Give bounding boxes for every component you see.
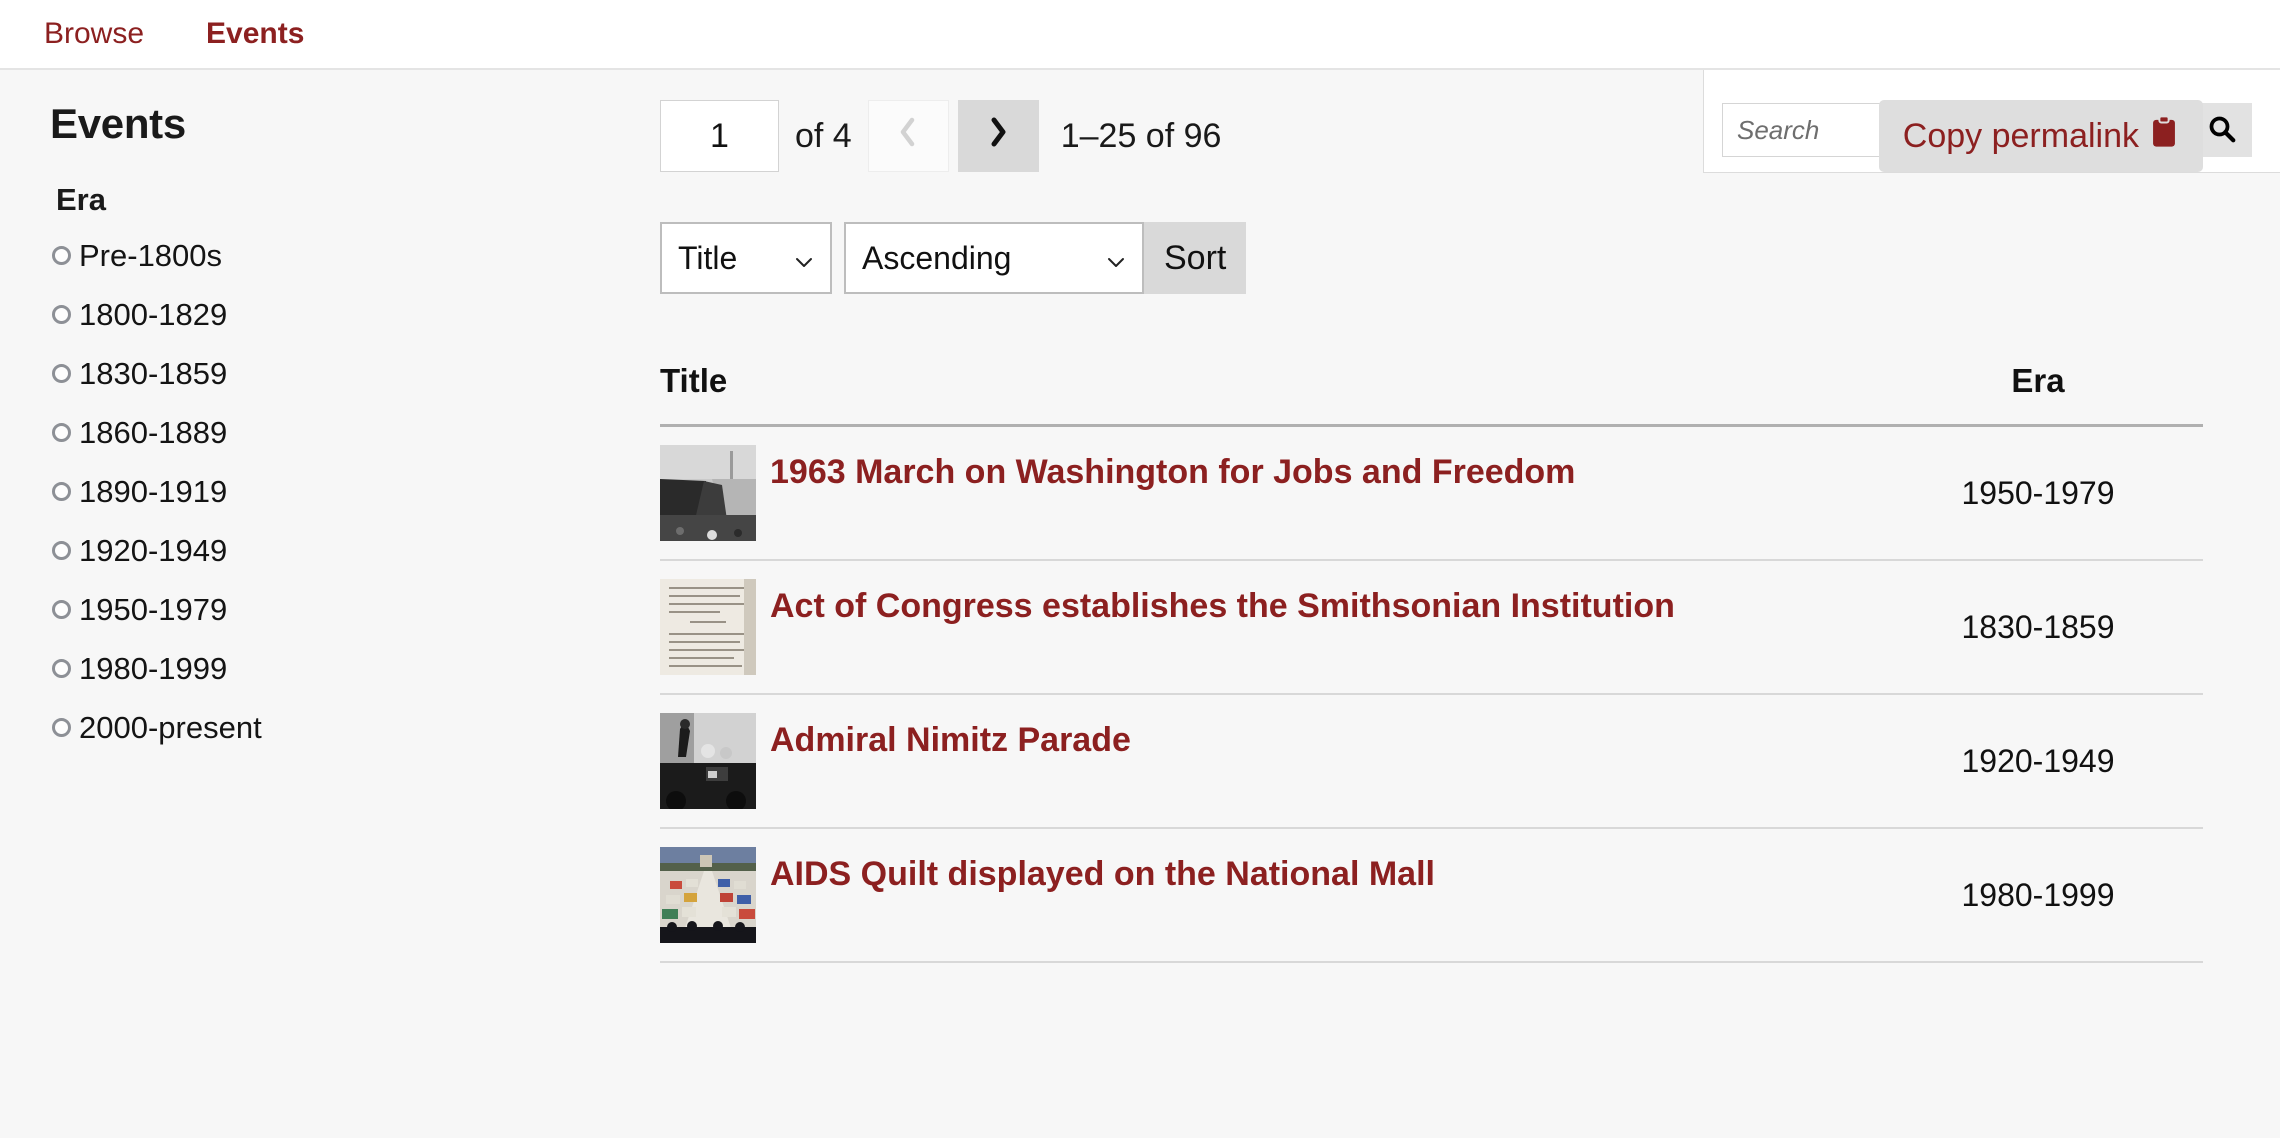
- sort-field-select[interactable]: Title: [660, 222, 832, 294]
- sort-direction-value: Ascending: [862, 239, 1012, 276]
- column-header-title: Title: [660, 362, 1873, 427]
- facet-option-1890-1919[interactable]: 1890-1919: [48, 462, 660, 521]
- era-cell: 1950-1979: [1873, 425, 2203, 561]
- era-cell: 1920-1949: [1873, 694, 2203, 829]
- radio-icon[interactable]: [52, 423, 71, 442]
- sort-submit-button[interactable]: Sort: [1144, 222, 1247, 294]
- page-title: Events: [50, 100, 186, 147]
- era-cell: 1980-1999: [1873, 828, 2203, 963]
- copy-permalink-button[interactable]: Copy permalink: [1878, 100, 2203, 172]
- facet-option-label[interactable]: Pre-1800s: [79, 240, 222, 271]
- previous-page-button[interactable]: [867, 100, 949, 172]
- chevron-down-icon: [1106, 240, 1126, 277]
- table-row: AIDS Quilt displayed on the National Mal…: [660, 828, 2203, 963]
- next-page-button[interactable]: [957, 100, 1039, 172]
- radio-icon[interactable]: [52, 305, 71, 324]
- radio-icon[interactable]: [52, 246, 71, 265]
- thumbnail-image[interactable]: [660, 579, 756, 675]
- facet-option-label[interactable]: 1860-1889: [79, 417, 227, 448]
- title-cell: AIDS Quilt displayed on the National Mal…: [660, 828, 1873, 963]
- clipboard-icon: [2149, 114, 2179, 158]
- page-count-label: of 4: [795, 117, 852, 155]
- radio-icon[interactable]: [52, 364, 71, 383]
- nav-link-events[interactable]: Events: [206, 19, 304, 49]
- event-title-link[interactable]: 1963 March on Washington for Jobs and Fr…: [770, 453, 1575, 491]
- result-range-label: 1–25 of 96: [1060, 117, 1222, 155]
- era-cell: 1830-1859: [1873, 560, 2203, 695]
- event-title-link[interactable]: Act of Congress establishes the Smithson…: [770, 587, 1675, 625]
- facet-option-label[interactable]: 1950-1979: [79, 594, 227, 625]
- facet-option-label[interactable]: 1890-1919: [79, 476, 227, 507]
- facet-option-1920-1949[interactable]: 1920-1949: [48, 521, 660, 580]
- facet-option-1980-1999[interactable]: 1980-1999: [48, 639, 660, 698]
- chevron-left-icon: [897, 115, 919, 158]
- event-title-link[interactable]: Admiral Nimitz Parade: [770, 721, 1131, 759]
- radio-icon[interactable]: [52, 482, 71, 501]
- table-row: Admiral Nimitz Parade 1920-1949: [660, 694, 2203, 829]
- sort-field-value: Title: [678, 239, 738, 276]
- page-body: Events Era Pre-1800s 1800-1829 1830-1859…: [0, 70, 2280, 963]
- nav-link-browse[interactable]: Browse: [44, 19, 144, 49]
- facet-option-1860-1889[interactable]: 1860-1889: [48, 403, 660, 462]
- pagination-toolbar: of 4 1–25 of 96 Copy permalink: [660, 100, 2203, 172]
- column-header-era: Era: [1873, 362, 2203, 427]
- title-cell: 1963 March on Washington for Jobs and Fr…: [660, 425, 1873, 561]
- results-area: of 4 1–25 of 96 Copy permalink: [660, 100, 2280, 963]
- chevron-down-icon: [794, 240, 814, 277]
- sidebar: Events Era Pre-1800s 1800-1829 1830-1859…: [0, 100, 660, 963]
- facet-option-label[interactable]: 1920-1949: [79, 535, 227, 566]
- facet-group-title: Era: [56, 182, 106, 217]
- chevron-right-icon: [987, 115, 1009, 158]
- page-number-input[interactable]: [660, 100, 779, 172]
- facet-option-pre-1800s[interactable]: Pre-1800s: [48, 226, 660, 285]
- event-title-link[interactable]: AIDS Quilt displayed on the National Mal…: [770, 855, 1435, 893]
- thumbnail-image[interactable]: [660, 847, 756, 943]
- results-table-head: Title Era: [660, 362, 2203, 427]
- radio-icon[interactable]: [52, 541, 71, 560]
- facet-option-label[interactable]: 1980-1999: [79, 653, 227, 684]
- table-row: Act of Congress establishes the Smithson…: [660, 560, 2203, 695]
- facet-option-1800-1829[interactable]: 1800-1829: [48, 285, 660, 344]
- top-navbar: Browse Events: [0, 0, 2280, 70]
- radio-icon[interactable]: [52, 659, 71, 678]
- facet-list-era: Pre-1800s 1800-1829 1830-1859 1860-1889 …: [48, 226, 660, 757]
- sort-toolbar: Title Ascending Sort: [660, 222, 2203, 294]
- results-table: Title Era 1963 March on Washington for J…: [660, 362, 2203, 963]
- title-cell: Admiral Nimitz Parade: [660, 694, 1873, 829]
- radio-icon[interactable]: [52, 600, 71, 619]
- radio-icon[interactable]: [52, 718, 71, 737]
- facet-option-label[interactable]: 1830-1859: [79, 358, 227, 389]
- facet-option-2000-present[interactable]: 2000-present: [48, 698, 660, 757]
- thumbnail-image[interactable]: [660, 445, 756, 541]
- facet-option-1950-1979[interactable]: 1950-1979: [48, 580, 660, 639]
- table-row: 1963 March on Washington for Jobs and Fr…: [660, 425, 2203, 561]
- title-cell: Act of Congress establishes the Smithson…: [660, 560, 1873, 695]
- results-table-body: 1963 March on Washington for Jobs and Fr…: [660, 425, 2203, 963]
- copy-permalink-label: Copy permalink: [1902, 116, 2139, 155]
- facet-option-1830-1859[interactable]: 1830-1859: [48, 344, 660, 403]
- thumbnail-image[interactable]: [660, 713, 756, 809]
- results-header-row: Title Era: [660, 362, 2203, 427]
- facet-option-label[interactable]: 2000-present: [79, 712, 262, 743]
- sort-direction-select[interactable]: Ascending: [844, 222, 1144, 294]
- facet-option-label[interactable]: 1800-1829: [79, 299, 227, 330]
